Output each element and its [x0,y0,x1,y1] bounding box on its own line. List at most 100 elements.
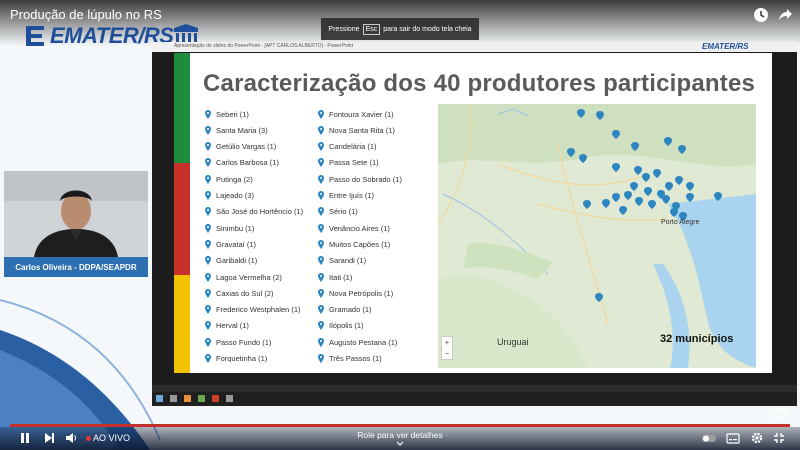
municipality-item: Garibaldi (1) [205,254,257,268]
watch-later-icon[interactable] [752,6,770,24]
map-pin-icon [205,174,211,184]
municipality-label: Sinimbu (1) [216,223,255,233]
municipality-label: Herval (1) [216,321,249,331]
municipality-label: Gravataí (1) [216,239,257,249]
map-pin-icon [318,239,324,249]
municipality-item: Forquetinha (1) [205,352,267,366]
share-emater-logo: EMATER/RS [702,42,749,51]
map-pin-icon [205,125,211,135]
volume-icon[interactable] [64,431,78,445]
toast-text-after: para sair do modo tela cheia [383,25,472,33]
subtitles-icon[interactable] [726,431,740,445]
map-pin-icon [318,354,324,363]
map-pin-icon [205,354,211,363]
exit-fullscreen-icon[interactable] [772,431,786,445]
municipality-item: Passo Fundo (1) [205,335,271,349]
next-icon[interactable] [42,431,56,445]
map-pin-icon [205,239,211,249]
map-pin-icon [205,305,211,315]
map-pin-icon [318,191,324,200]
map-pin-icon [205,207,211,217]
map-pin-icon [205,321,211,331]
map-pin-icon [205,288,211,298]
slide-title: Caracterização dos 40 produtores partici… [203,70,756,97]
municipality-label: Entre Ijuís (1) [329,191,375,200]
map-pin-icon [318,142,324,152]
pause-icon[interactable] [18,431,32,445]
map-pin-icon [318,207,324,217]
share-taskbar [152,392,797,406]
map-pin-icon [318,158,324,168]
map-pin-icon [205,223,211,233]
autoplay-toggle-icon[interactable] [702,431,716,445]
municipality-item: Entre Ijuís (1) [318,189,374,203]
map-pin-icon [318,272,324,282]
municipality-label: Getúlio Vargas (1) [216,142,277,152]
stripe-yellow [174,275,190,373]
municipality-item: Sarandi (1) [318,254,366,268]
share-icon[interactable] [776,6,794,24]
municipality-item: Sério (1) [318,205,358,219]
stripe-red [174,163,190,275]
municipality-label: Sarandi (1) [329,256,367,266]
slide-left-border [152,53,174,373]
municipality-item: Gramado (1) [318,303,372,317]
presenter-silhouette-icon [4,171,148,257]
municipality-item: Itati (1) [318,270,352,284]
municipality-item: Sinimbu (1) [205,221,254,235]
municipality-label: Itati (1) [329,272,353,282]
share-titlebar: Apresentação de slides do PowerPoint - [… [152,42,797,52]
municipality-item: Lajeado (3) [205,189,254,203]
live-label[interactable]: AO VIVO [93,433,130,443]
municipality-item: Seberi (1) [205,107,249,121]
municipality-item: Carlos Barbosa (1) [205,156,279,170]
webcam-toggle-icon[interactable] [772,408,790,418]
municipality-label: Caxias do Sul (2) [216,288,274,298]
presenter-name-label: Carlos Oliveira - DDPA/SEAPDR [4,257,148,277]
scroll-for-details-hint[interactable]: Role para ver detalhes [340,430,460,440]
esc-key-badge: Esc [362,23,381,35]
map-pin-icon [318,256,324,266]
municipality-label: Passa Sete (1) [329,158,379,168]
map-pin-icon [318,125,324,135]
municipality-label: Ilópolis (1) [329,321,364,331]
municipality-item: Ilópolis (1) [318,319,364,333]
municipality-label: Sério (1) [329,207,358,217]
municipality-item: Venâncio Aires (1) [318,221,390,235]
map-pin-icon [318,305,324,315]
chevron-down-icon[interactable] [396,441,404,447]
settings-gear-icon[interactable] [750,431,764,445]
map-zoom-out-button[interactable]: − [442,348,452,359]
map-zoom-control[interactable]: + − [441,336,453,360]
map-pin-icon [205,272,211,282]
toast-text-before: Pressione [328,25,360,33]
map-pin-icon [205,337,211,347]
live-indicator-dot [86,436,91,441]
municipality-item: Getúlio Vargas (1) [205,140,276,154]
municipality-label: Gramado (1) [329,305,372,315]
municipality-item: Passo do Sobrado (1) [318,172,402,186]
map-pin-icon [205,191,211,200]
map-pin-icon [205,109,211,119]
municipality-item: Caxias do Sul (2) [205,286,274,300]
map-pin-icon [318,321,324,331]
map-pin-icon [318,109,324,119]
map-label-porto-alegre: Porto Alegre [661,219,700,226]
municipality-label: Frederico Westphalen (1) [216,305,301,315]
map-label-uruguai: Uruguai [497,337,529,347]
municipality-item: Candelária (1) [318,140,377,154]
map-pin-icon [318,337,324,347]
map-zoom-in-button[interactable]: + [442,337,452,348]
stripe-green [174,53,190,163]
municipality-item: São José do Hortêncio (1) [205,205,303,219]
municipality-label: Passo Fundo (1) [216,337,272,347]
municipality-label: Garibaldi (1) [216,256,258,266]
municipality-label: Nova Petrópolis (1) [329,288,394,298]
rs-map[interactable] [438,104,756,368]
municipality-label: Lajeado (3) [216,191,254,200]
municipality-item: Frederico Westphalen (1) [205,303,300,317]
municipality-label: Passo do Sobrado (1) [329,174,402,184]
map-pin-icon [205,142,211,152]
progress-bar[interactable] [10,424,790,427]
map-pin-icon [318,174,324,184]
